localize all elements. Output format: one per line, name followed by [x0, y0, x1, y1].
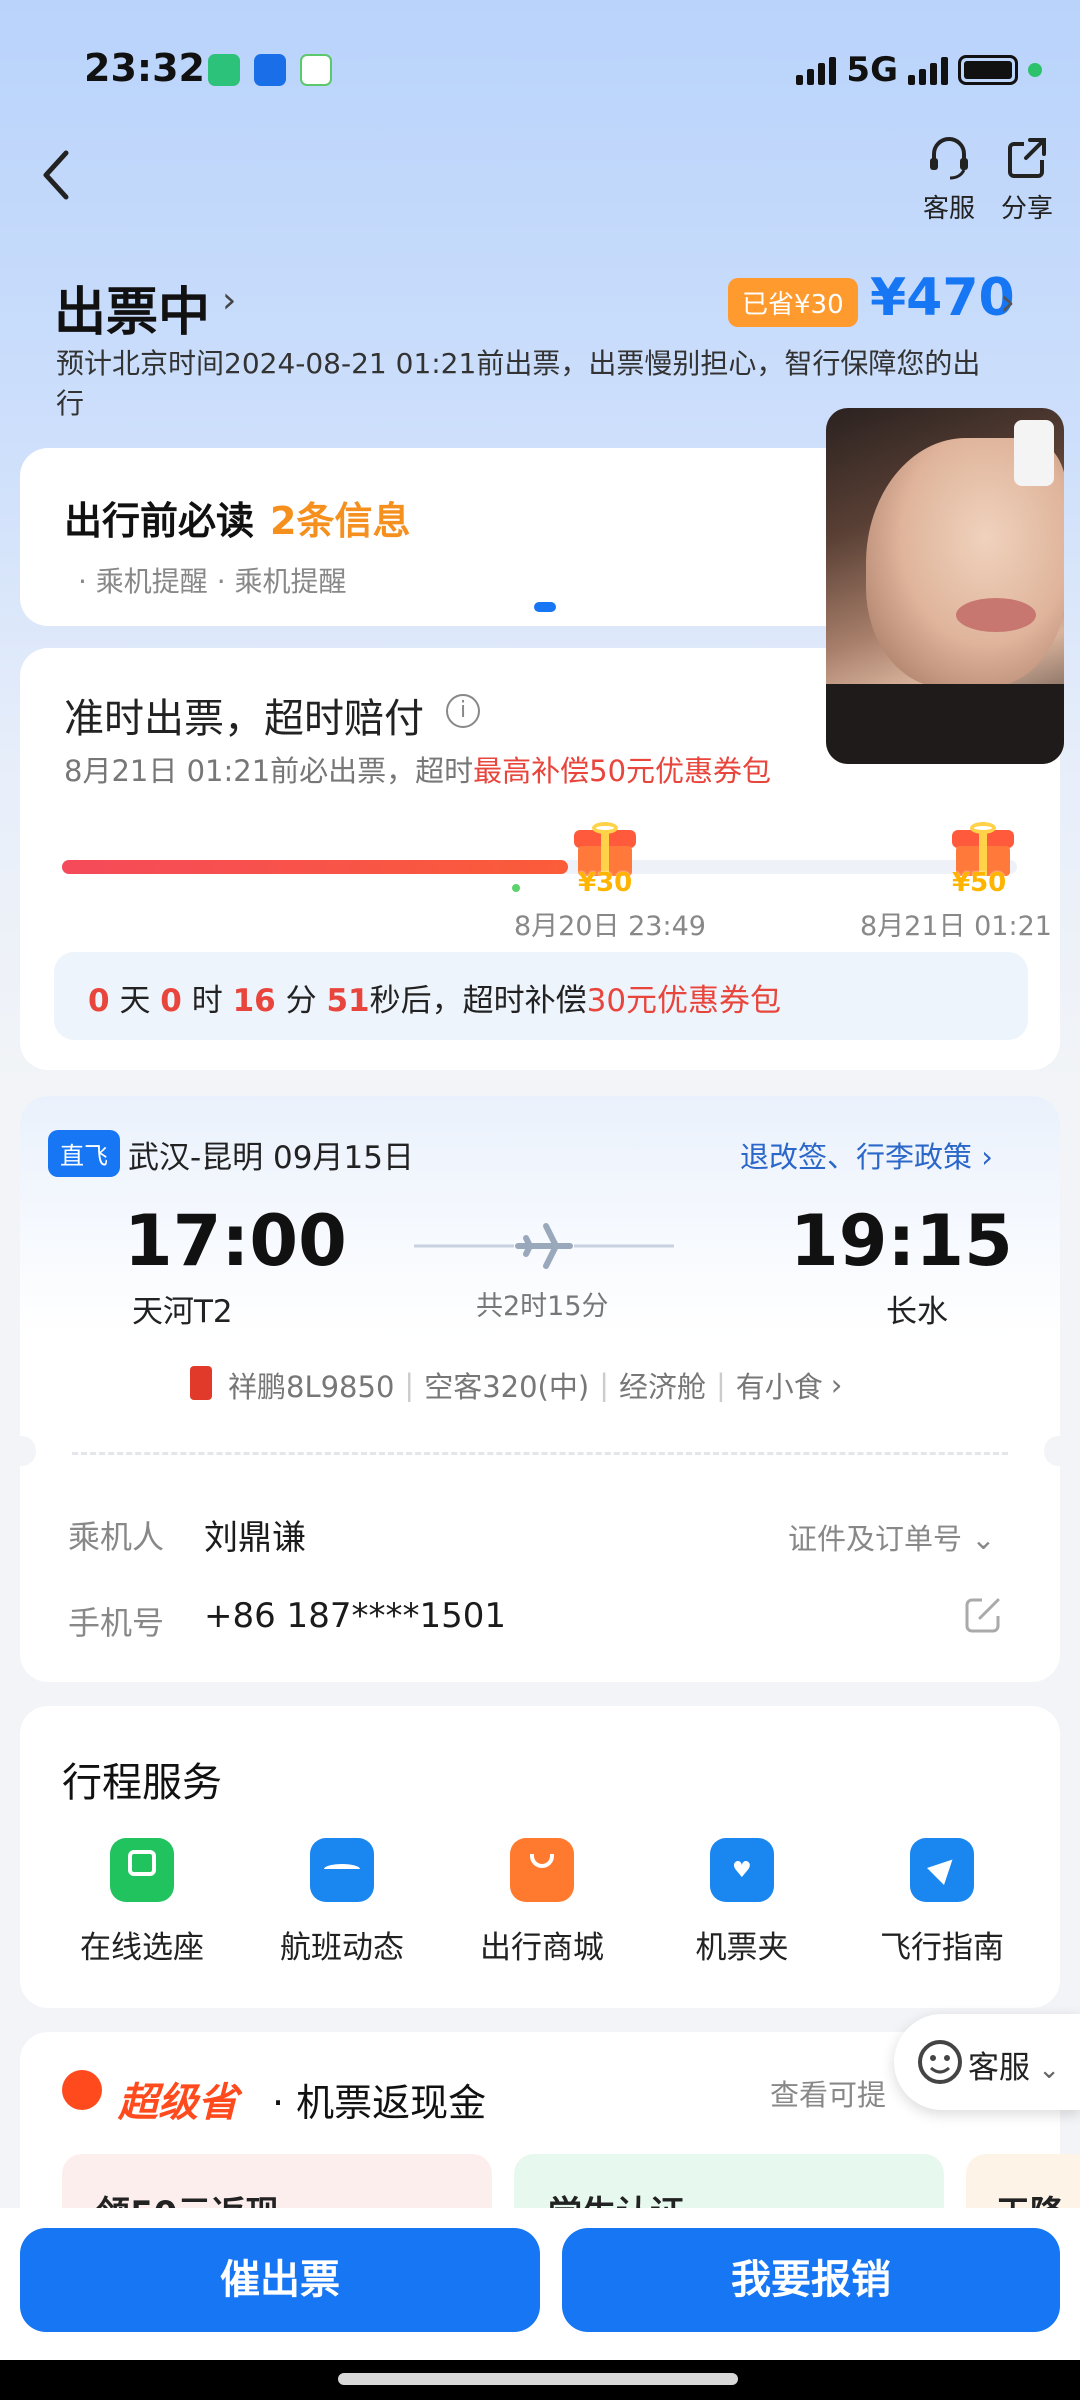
card-notch [1044, 1436, 1072, 1466]
share-button[interactable]: 分享 [982, 132, 1072, 225]
privacy-indicator-icon [1028, 63, 1042, 77]
seat-icon [110, 1838, 174, 1902]
order-status-title[interactable]: 出票中 [54, 270, 210, 345]
passenger-name: 刘鼎谦 [204, 1518, 306, 1558]
service-flight-guide[interactable]: 飞行指南 [862, 1838, 1022, 1967]
service-travel-mall[interactable]: 出行商城 [462, 1838, 622, 1967]
battery-icon [958, 55, 1018, 85]
signal-icon [796, 55, 837, 85]
cabin-class: 经济舱 [618, 1370, 706, 1404]
network-type: 5G [846, 50, 898, 90]
departure-airport: 天河T2 [132, 1294, 233, 1330]
customer-service-button[interactable]: 客服 [904, 132, 994, 225]
must-read-title: 出行前必读 2条信息 [64, 499, 411, 543]
progress-fill [62, 860, 568, 874]
guide-icon [910, 1838, 974, 1902]
flight-status-icon [310, 1838, 374, 1902]
ticket-folder-icon: ♥ [710, 1838, 774, 1902]
airplane-icon [414, 1223, 674, 1269]
chevron-down-icon: ⌄ [962, 1522, 996, 1556]
meal-info: 有小食 [735, 1370, 823, 1404]
signal-icon-2 [908, 55, 948, 85]
refund-baggage-policy-link[interactable]: 退改签、行李政策 › [740, 1134, 993, 1176]
countdown-text: 0 天 0 时 16 分 51秒后，超时补偿30元优惠券包 [88, 983, 782, 1019]
customer-service-label: 客服 [922, 194, 975, 224]
card-notch [8, 1436, 36, 1466]
view-withdrawable-link[interactable]: 查看可提 [770, 2072, 886, 2114]
video-call-overlay[interactable] [826, 408, 1064, 764]
chevron-right-icon: › [981, 1140, 993, 1174]
urge-ticketing-button[interactable]: 催出票 [20, 2228, 540, 2332]
must-read-items: · 乘机提醒 · 乘机提醒 [78, 565, 347, 598]
home-indicator[interactable] [338, 2373, 738, 2385]
arrival-time: 19:15 [790, 1200, 1013, 1282]
chevron-right-icon: › [830, 1368, 843, 1402]
flight-route: 武汉-昆明 09月15日 [128, 1140, 414, 1176]
service-label: 出行商城 [480, 1930, 604, 1966]
chevron-right-icon: › [222, 280, 237, 321]
milestone1-time: 8月20日 23:49 [514, 911, 706, 942]
flight-info-row[interactable]: 祥鹏8L9850 | 空客320(中) | 经济舱 | 有小食 › [228, 1364, 842, 1406]
phone-value: +86 187****1501 [204, 1596, 506, 1636]
milestone2-time: 8月21日 01:21 [860, 911, 1052, 942]
service-label: 机票夹 [695, 1930, 789, 1966]
passenger-label: 乘机人 [68, 1518, 165, 1556]
flight-duration: 共2时15分 [476, 1291, 609, 1322]
service-ticket-folder[interactable]: ♥ 机票夹 [662, 1838, 822, 1967]
service-label: 航班动态 [280, 1930, 404, 1966]
customer-service-face-icon [918, 2040, 962, 2084]
service-label: 在线选座 [80, 1930, 204, 1966]
aircraft-type: 空客320(中) [424, 1370, 590, 1404]
pager-indicator [534, 602, 556, 612]
dashed-divider [72, 1452, 1008, 1455]
super-save-logo-icon [62, 2070, 102, 2110]
shopping-bag-icon [510, 1838, 574, 1902]
arrival-airport: 长水 [886, 1294, 948, 1330]
trip-services-title: 行程服务 [62, 1760, 222, 1806]
android-app-icon [208, 54, 240, 86]
chevron-right-icon: › [1000, 280, 1016, 324]
guarantee-subtitle: 8月21日 01:21前必出票，超时最高补偿50元优惠券包 [64, 754, 772, 788]
travel-app-icon [254, 54, 286, 86]
milestone1-amount: ¥30 [578, 868, 633, 898]
chevron-down-icon: ⌄ [1030, 2055, 1061, 2085]
status-indicators: 5G [796, 50, 1042, 90]
departure-time: 17:00 [124, 1200, 347, 1282]
super-save-title: · 机票返现金 [272, 2081, 487, 2125]
milestone2-amount: ¥50 [952, 868, 1007, 898]
saved-badge: 已省¥30 [728, 278, 858, 327]
edit-icon[interactable] [964, 1594, 1004, 1634]
floating-cs-label: 客服 ⌄ [968, 2050, 1061, 2086]
progress-dot [512, 884, 520, 892]
status-time: 23:32 [84, 46, 205, 90]
order-price[interactable]: ¥470 [870, 268, 1015, 328]
service-online-seat[interactable]: 在线选座 [62, 1838, 222, 1967]
back-button[interactable] [36, 145, 76, 205]
id-order-link[interactable]: 证件及订单号 ⌄ [788, 1516, 996, 1558]
airline-logo-icon [190, 1366, 212, 1400]
phone-label: 手机号 [68, 1604, 165, 1642]
super-save-brand: 超级省 [118, 2080, 238, 2126]
service-flight-status[interactable]: 航班动态 [262, 1838, 422, 1967]
headset-icon [930, 137, 968, 180]
self-preview [1014, 420, 1054, 486]
service-label: 飞行指南 [880, 1930, 1004, 1966]
must-read-count: 2条信息 [270, 499, 411, 543]
info-icon[interactable]: i [446, 694, 480, 728]
airline-flight-no: 祥鹏8L9850 [228, 1370, 395, 1404]
reimburse-button[interactable]: 我要报销 [562, 2228, 1060, 2332]
share-label: 分享 [1000, 194, 1053, 224]
status-app-icons [208, 54, 332, 86]
wechat-app-icon [300, 54, 332, 86]
share-icon [1008, 138, 1046, 178]
direct-flight-tag: 直飞 [48, 1130, 120, 1177]
guarantee-title: 准时出票，超时赔付 [64, 696, 424, 742]
